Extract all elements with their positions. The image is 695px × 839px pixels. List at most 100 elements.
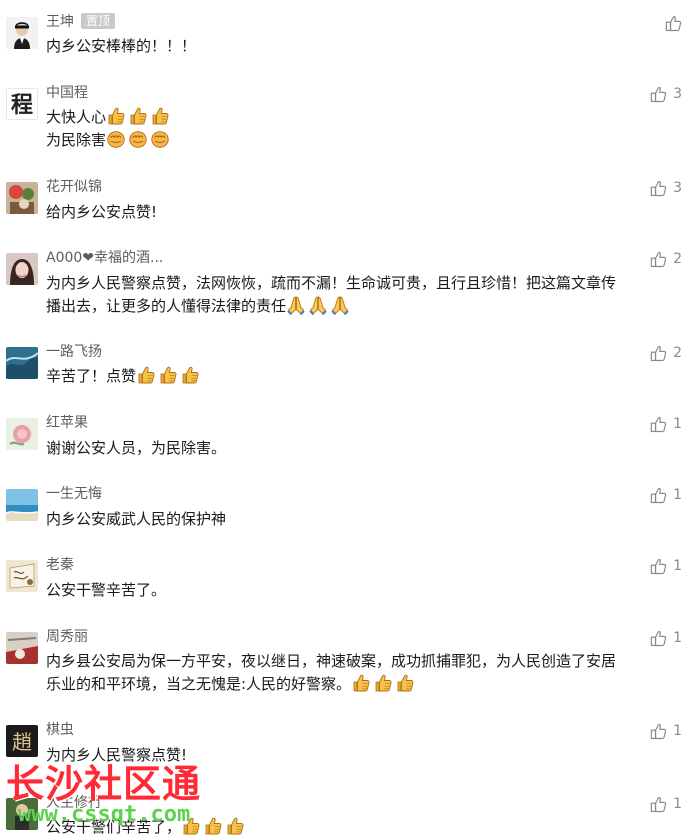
like-count: 1 — [673, 416, 682, 432]
like-button[interactable]: 2 — [650, 343, 682, 363]
nickname-text: 王坤 — [46, 14, 74, 30]
thumbs-up-emoji — [395, 673, 415, 693]
comment-content: 辛苦了！点赞 — [46, 365, 686, 388]
nickname: A000❤幸福的酒... — [46, 250, 164, 266]
folded-hands-emoji — [330, 295, 350, 315]
nickname: 中国程 — [46, 85, 88, 101]
like-button[interactable]: 1 — [650, 414, 682, 434]
like-count: 1 — [673, 796, 682, 812]
like-count: 3 — [673, 86, 682, 102]
like-button[interactable] — [665, 13, 682, 33]
folded-hands-emoji — [286, 295, 306, 315]
avatar[interactable] — [6, 418, 38, 450]
like-button[interactable]: 1 — [650, 794, 682, 814]
nickname: 王坤 置顶 — [46, 12, 116, 32]
comment-line: 辛苦了！点赞 — [46, 365, 686, 388]
avatar[interactable] — [6, 17, 38, 49]
comment-line-text: 为民除害 — [46, 131, 107, 149]
like-button[interactable]: 2 — [650, 249, 682, 269]
pinned-badge: 置顶 — [81, 13, 116, 29]
like-count: 1 — [673, 723, 682, 739]
like-count: 1 — [673, 630, 682, 646]
comment-line: 大快人心 — [46, 106, 686, 129]
avatar-glyph: 程 — [11, 92, 33, 118]
thumbs-up-outline-icon — [650, 251, 667, 268]
like-button[interactable]: 1 — [650, 628, 682, 648]
like-count: 2 — [673, 251, 682, 267]
comment-line: 为内乡人民警察点赞，法网恢恢，疏而不漏！生命诚可贵，且行且珍惜！把这篇文章传 — [46, 274, 617, 292]
comment-line: 内乡公安威武人民的保护神 — [46, 510, 227, 528]
comment-line: 谢谢公安人员，为民除害。 — [46, 439, 227, 457]
comment-line-text: 大快人心 — [46, 108, 107, 126]
comment-content: 谢谢公安人员，为民除害。 — [46, 437, 686, 460]
comment-content: 为内乡人民警察点赞，法网恢恢，疏而不漏！生命诚可贵，且行且珍惜！把这篇文章传 播… — [46, 272, 686, 318]
comment-content: 给内乡公安点赞! — [46, 201, 686, 224]
comment-line: 为民除害 — [46, 129, 686, 152]
site-watermark: 长沙社区通 www.cssqt.com — [6, 763, 246, 839]
nickname: 一生无悔 — [46, 486, 102, 502]
thumbs-up-emoji — [158, 365, 178, 385]
thumbs-up-emoji — [373, 673, 393, 693]
thumbs-up-outline-icon — [650, 487, 667, 504]
thumbs-up-outline-icon — [650, 416, 667, 433]
comment-line: 内乡县公安局为保一方平安，夜以继日，神速破案，成功抓捕罪犯，为人民创造了安居 — [46, 652, 617, 670]
thumbs-up-outline-icon — [650, 723, 667, 740]
avatar[interactable]: 程 — [6, 88, 38, 120]
avatar[interactable] — [6, 347, 38, 379]
thumbs-up-outline-icon — [650, 180, 667, 197]
like-button[interactable]: 1 — [650, 721, 682, 741]
thumbs-up-emoji — [136, 365, 156, 385]
fist-emoji — [128, 129, 148, 149]
fist-emoji — [150, 129, 170, 149]
comment-line: 乐业的和平环境，当之无愧是:人民的好警察。 — [46, 673, 686, 696]
thumbs-up-emoji — [106, 106, 126, 126]
like-count: 3 — [673, 180, 682, 196]
like-button[interactable]: 3 — [650, 178, 682, 198]
comment-line: 内乡公安棒棒的！！！ — [46, 37, 197, 55]
thumbs-up-outline-icon — [650, 558, 667, 575]
avatar[interactable] — [6, 253, 38, 285]
avatar[interactable] — [6, 182, 38, 214]
thumbs-up-emoji — [351, 673, 371, 693]
comment-content: 内乡县公安局为保一方平安，夜以继日，神速破案，成功抓捕罪犯，为人民创造了安居 乐… — [46, 650, 686, 696]
like-count: 1 — [673, 558, 682, 574]
watermark-title: 长沙社区通 — [6, 762, 202, 806]
thumbs-up-outline-icon — [665, 15, 682, 32]
comment-line-text: 乐业的和平环境，当之无愧是:人民的好警察。 — [46, 675, 352, 693]
thumbs-up-outline-icon — [650, 630, 667, 647]
nickname: 老秦 — [46, 557, 74, 573]
nickname: 红苹果 — [46, 415, 88, 431]
avatar[interactable]: 趙 — [6, 725, 38, 757]
comment-content: 内乡公安威武人民的保护神 — [46, 508, 686, 531]
nickname: 棋虫 — [46, 722, 74, 738]
comment-line-text: 辛苦了！点赞 — [46, 367, 137, 385]
nickname: 一路飞扬 — [46, 344, 102, 360]
like-button[interactable]: 3 — [650, 84, 682, 104]
thumbs-up-outline-icon — [650, 796, 667, 813]
watermark-url: www.cssqt.com — [18, 802, 191, 827]
comment-line: 给内乡公安点赞! — [46, 203, 158, 221]
comment-line: 播出去，让更多的人懂得法律的责任 — [46, 295, 686, 318]
thumbs-up-emoji — [128, 106, 148, 126]
thumbs-up-outline-icon — [650, 345, 667, 362]
comment-content: 内乡公安棒棒的！！！ — [46, 35, 686, 58]
comment-line: 公安干警辛苦了。 — [46, 581, 167, 599]
avatar[interactable] — [6, 560, 38, 592]
thumbs-up-outline-icon — [650, 86, 667, 103]
comment-content: 大快人心 为民除害 — [46, 106, 686, 152]
avatar-glyph: 趙 — [12, 730, 32, 754]
thumbs-up-emoji — [150, 106, 170, 126]
comment-content: 公安干警辛苦了。 — [46, 579, 686, 602]
thumbs-up-emoji — [180, 365, 200, 385]
like-count: 1 — [673, 487, 682, 503]
comment-line-text: 播出去，让更多的人懂得法律的责任 — [46, 297, 287, 315]
avatar[interactable] — [6, 632, 38, 664]
avatar[interactable] — [6, 489, 38, 521]
like-button[interactable]: 1 — [650, 556, 682, 576]
folded-hands-emoji — [308, 295, 328, 315]
like-button[interactable]: 1 — [650, 485, 682, 505]
nickname: 周秀丽 — [46, 629, 88, 645]
fist-emoji — [106, 129, 126, 149]
like-count: 2 — [673, 345, 682, 361]
nickname: 花开似锦 — [46, 179, 102, 195]
